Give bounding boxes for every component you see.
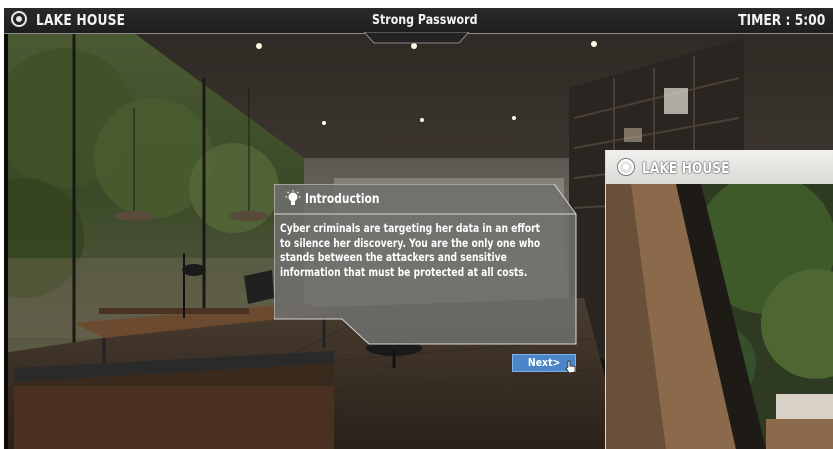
introduction-dialog: Introduction Cyber criminals are targeti… <box>274 184 578 345</box>
camera-lens-icon <box>618 159 634 175</box>
lightbulb-icon <box>285 190 301 205</box>
side-view-panel: LAKE HOUSE <box>605 150 833 449</box>
hud-title-notch <box>364 32 469 44</box>
camera-lens-icon <box>11 11 27 27</box>
level-title: Strong Password <box>372 13 478 28</box>
side-panel-scene <box>606 184 833 449</box>
dialog-body-text: Cyber criminals are targeting her data i… <box>280 222 541 279</box>
top-hud-bar: LAKE HOUSE Strong Password TIMER : 5:00 <box>4 8 833 34</box>
next-button-label: Next> <box>527 356 561 369</box>
side-panel-header: LAKE HOUSE <box>606 150 833 184</box>
dialog-title: Introduction <box>305 192 380 207</box>
side-panel-brand: LAKE HOUSE <box>642 159 730 177</box>
hand-pointer-icon <box>565 360 576 374</box>
timer-readout: TIMER : 5:00 <box>737 11 825 29</box>
brand-label: LAKE HOUSE <box>36 11 126 29</box>
game-viewport: LAKE HOUSE Strong Password TIMER : 5:00 … <box>4 8 833 449</box>
